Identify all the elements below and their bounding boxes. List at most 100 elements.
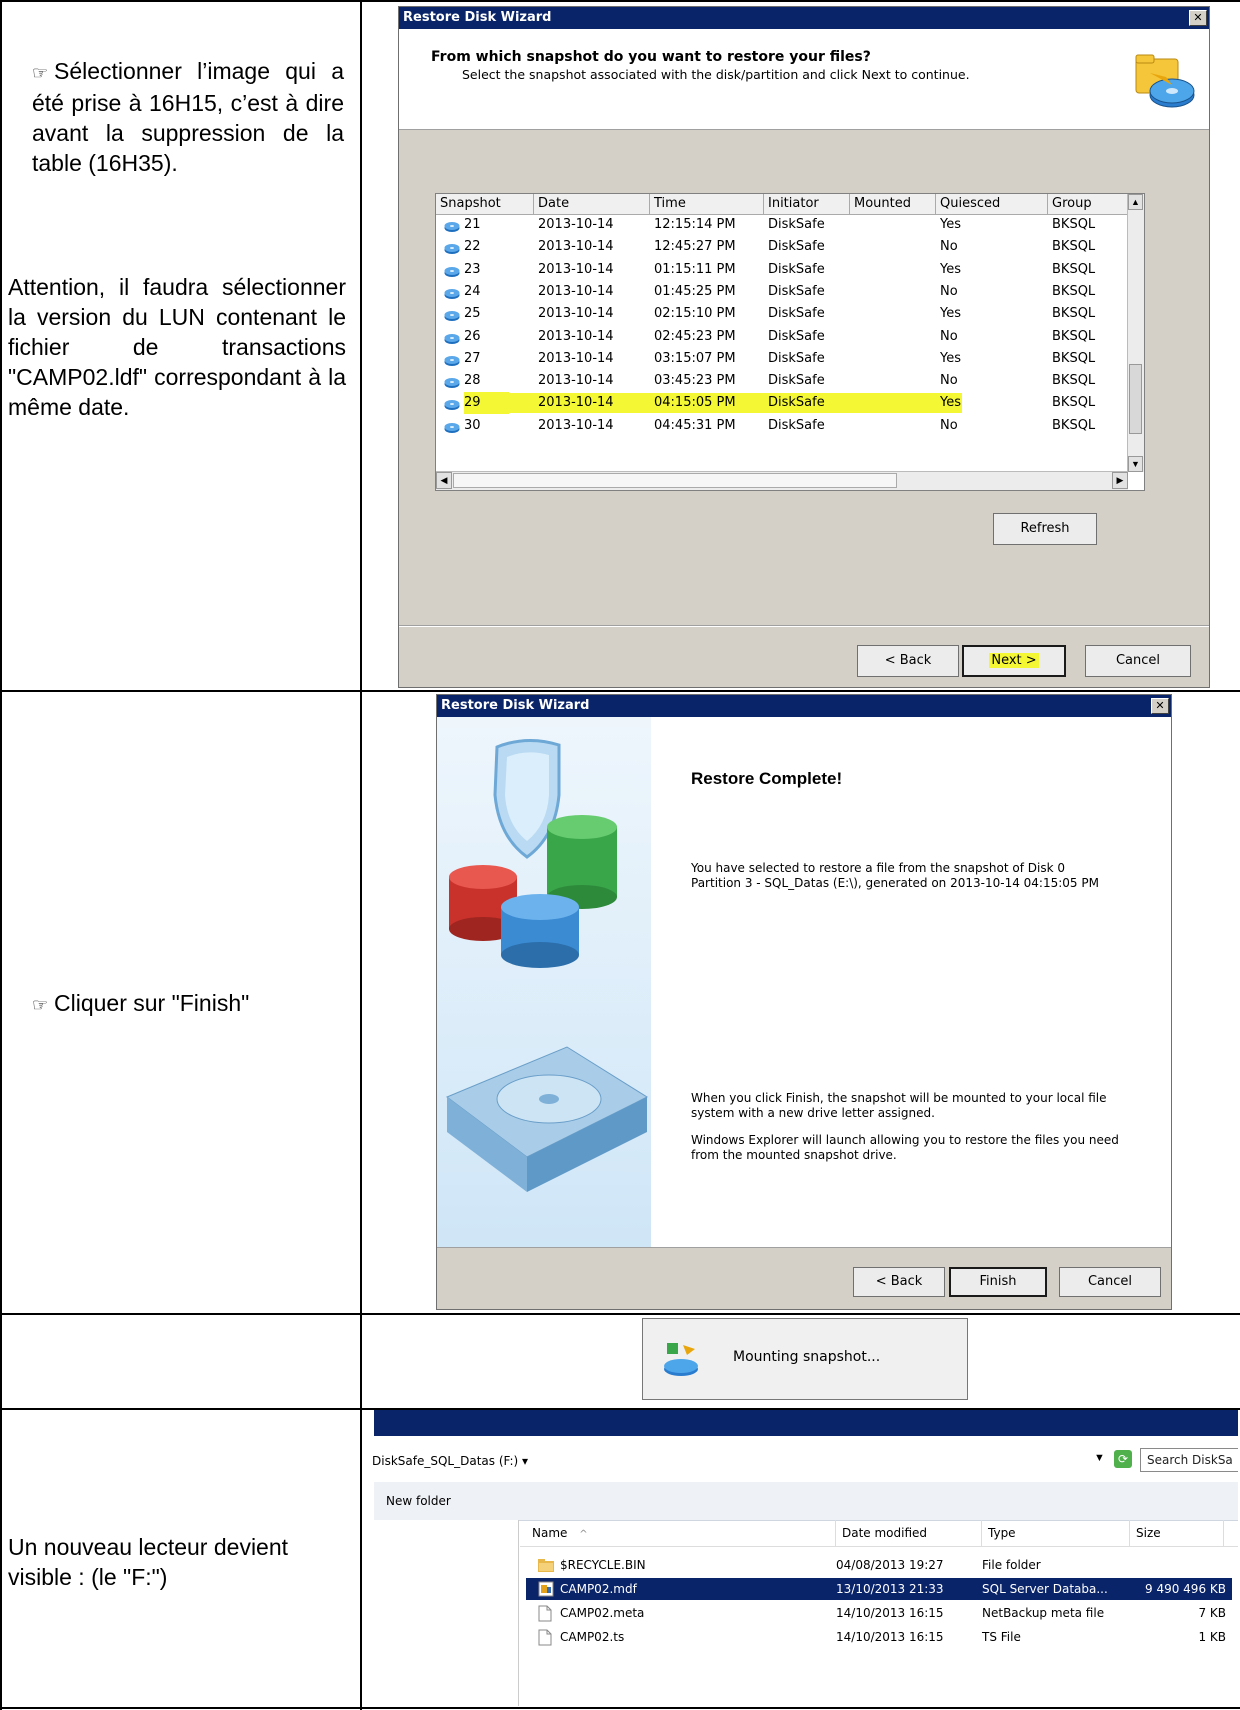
scroll-down-arrow[interactable]: ▼ [1128, 456, 1143, 472]
vertical-scrollbar[interactable]: ▲ ▼ [1127, 194, 1144, 472]
snapshot-row[interactable]: 24 2013-10-14 01:45:25 PM DiskSafe No BKSQL [436, 281, 1128, 303]
snapshot-list[interactable]: Snapshot Date Time Initiator Mounted Qui… [435, 193, 1145, 491]
snapshot-list-body: 21 2013-10-14 12:15:14 PM DiskSafe Yes BKSQL 2… [436, 214, 1144, 472]
snapshot-quiesced: No [940, 239, 958, 255]
snapshot-row[interactable]: 26 2013-10-14 02:45:23 PM DiskSafe No BKSQL [436, 326, 1128, 348]
scroll-h-thumb[interactable] [453, 473, 897, 488]
instruction-select-image: ☞ Sélectionner l’image qui a été prise à … [32, 56, 344, 178]
snapshot-quiesced: No [940, 328, 958, 344]
column-header-date-modified[interactable]: Date modified [836, 1520, 982, 1546]
snapshot-group: BKSQL [1052, 350, 1096, 366]
next-button[interactable]: Next > [962, 645, 1066, 677]
snapshot-initiator: DiskSafe [768, 373, 825, 389]
column-header-group[interactable]: Group [1048, 194, 1130, 214]
dialog-titlebar: Restore Disk Wizard ✕ [399, 7, 1209, 29]
wizard-subheading: Select the snapshot associated with the … [462, 67, 970, 82]
column-header-time[interactable]: Time [650, 194, 764, 214]
snapshot-date: 2013-10-14 [538, 373, 614, 389]
column-header-name[interactable]: Name ^ [520, 1520, 836, 1546]
column-header-initiator[interactable]: Initiator [764, 194, 850, 214]
scroll-left-arrow[interactable]: ◀ [436, 472, 452, 489]
back-button[interactable]: < Back [857, 645, 959, 677]
column-header-mounted[interactable]: Mounted [850, 194, 936, 214]
search-box[interactable]: Search DiskSa [1140, 1448, 1238, 1472]
refresh-icon[interactable]: ⟳ [1114, 1450, 1132, 1468]
close-button[interactable]: ✕ [1189, 10, 1207, 26]
snapshot-id: 24 [464, 283, 481, 299]
file-row[interactable]: CAMP02.meta 14/10/2013 16:15 NetBackup met… [526, 1602, 1232, 1624]
snapshot-row[interactable]: 21 2013-10-14 12:15:14 PM DiskSafe Yes BKSQL [436, 214, 1128, 236]
table-border-top [0, 0, 1240, 2]
finish-button[interactable]: Finish [949, 1267, 1047, 1297]
cancel-button[interactable]: Cancel [1059, 1267, 1161, 1297]
snapshot-row[interactable]: 30 2013-10-14 04:45:31 PM DiskSafe No BKSQL [436, 415, 1128, 437]
file-row[interactable]: CAMP02.mdf 13/10/2013 21:33 SQL Server Dat… [526, 1578, 1232, 1600]
file-size: 9 490 496 KB [1145, 1582, 1226, 1596]
snapshot-row[interactable]: 25 2013-10-14 02:15:10 PM DiskSafe Yes BKSQL [436, 303, 1128, 325]
snapshot-row[interactable]: 23 2013-10-14 01:15:11 PM DiskSafe Yes BKSQL [436, 259, 1128, 281]
column-header-type[interactable]: Type [982, 1520, 1130, 1546]
table-border-left [0, 0, 2, 1710]
file-name: CAMP02.mdf [560, 1582, 637, 1596]
instruction-click-finish: ☞ Cliquer sur "Finish" [32, 988, 352, 1020]
dialog-title: Restore Disk Wizard [441, 698, 590, 713]
snapshot-disk-icon [444, 241, 460, 255]
snapshot-initiator: DiskSafe [768, 261, 825, 277]
snapshot-date: 2013-10-14 [538, 217, 614, 232]
close-button[interactable]: ✕ [1151, 698, 1169, 714]
snapshot-quiesced: Yes [940, 217, 961, 232]
snapshot-disk-icon [444, 331, 460, 344]
table-border-row2 [0, 1313, 1240, 1315]
explorer-toolbar: New folder [374, 1482, 1238, 1521]
snapshot-disk-icon [444, 375, 460, 389]
snapshot-initiator: DiskSafe [768, 217, 825, 232]
snapshot-group: BKSQL [1052, 239, 1096, 255]
snapshot-initiator: DiskSafe [768, 350, 825, 366]
snapshot-row[interactable]: 22 2013-10-14 12:45:27 PM DiskSafe No BKSQL [436, 236, 1128, 258]
scroll-right-arrow[interactable]: ▶ [1112, 472, 1128, 489]
snapshot-initiator: DiskSafe [768, 328, 825, 344]
snapshot-time: 12:15:14 PM [654, 217, 736, 232]
snapshot-quiesced: Yes [940, 350, 961, 366]
snapshot-disk-icon [444, 264, 460, 277]
explorer-address-bar: DiskSafe_SQL_Datas (F:) ▾ ▼ ⟳ Search Dis… [364, 1446, 1238, 1476]
restore-wizard-complete-dialog: Restore Disk Wizard ✕ Restore Complete! … [436, 694, 1172, 1310]
snapshot-group: BKSQL [1052, 217, 1096, 232]
column-header-size[interactable]: Size [1130, 1520, 1224, 1546]
table-border-bottom [0, 1707, 1240, 1709]
snapshot-row[interactable]: 28 2013-10-14 03:45:23 PM DiskSafe No BKSQL [436, 370, 1128, 392]
snapshot-group: BKSQL [1052, 373, 1096, 389]
horizontal-scrollbar[interactable]: ◀ ▶ [436, 471, 1128, 490]
file-date-modified: 04/08/2013 19:27 [836, 1558, 944, 1572]
scroll-up-arrow[interactable]: ▲ [1128, 194, 1143, 210]
file-row[interactable]: $RECYCLE.BIN 04/08/2013 19:27 File folder [526, 1554, 1232, 1576]
complete-body-explorer: Windows Explorer will launch allowing yo… [691, 1133, 1119, 1162]
column-header-quiesced[interactable]: Quiesced [936, 194, 1048, 214]
new-folder-button[interactable]: New folder [386, 1494, 451, 1508]
back-button[interactable]: < Back [853, 1267, 945, 1297]
refresh-button[interactable]: Refresh [993, 513, 1097, 545]
column-header-name-label: Name [532, 1526, 568, 1540]
complete-body-mount: When you click Finish, the snapshot will… [691, 1091, 1107, 1120]
file-name: $RECYCLE.BIN [560, 1558, 646, 1572]
dialog-titlebar: Restore Disk Wizard ✕ [437, 695, 1171, 717]
snapshot-disk-icon [444, 286, 460, 299]
cancel-button[interactable]: Cancel [1085, 645, 1191, 677]
file-row[interactable]: CAMP02.ts 14/10/2013 16:15 TS File 1 KB [526, 1626, 1232, 1648]
file-name: CAMP02.meta [560, 1606, 645, 1620]
snapshot-row[interactable]: 29 2013-10-14 04:15:05 PM DiskSafe Yes BKSQL [436, 392, 1128, 415]
snapshot-disk-icon [444, 219, 460, 232]
snapshot-group: BKSQL [1052, 328, 1096, 344]
file-date-modified: 14/10/2013 16:15 [836, 1630, 944, 1644]
snapshot-time: 03:15:07 PM [654, 350, 736, 366]
scroll-thumb[interactable] [1129, 364, 1142, 434]
snapshot-quiesced: Yes [940, 395, 961, 411]
snapshot-time: 02:15:10 PM [654, 306, 736, 322]
file-size: 1 KB [1198, 1630, 1226, 1644]
address-dropdown-arrow[interactable]: ▼ [1094, 1452, 1105, 1464]
snapshot-id: 27 [464, 350, 481, 366]
snapshot-row[interactable]: 27 2013-10-14 03:15:07 PM DiskSafe Yes BKSQL [436, 348, 1128, 370]
column-header-date[interactable]: Date [534, 194, 650, 214]
column-header-snapshot[interactable]: Snapshot [436, 194, 534, 214]
address-path[interactable]: DiskSafe_SQL_Datas (F:) ▾ [372, 1454, 528, 1468]
